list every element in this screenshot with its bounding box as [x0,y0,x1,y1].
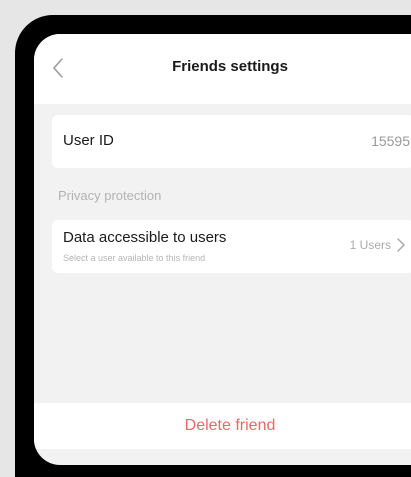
data-access-count: 1 Users [349,238,391,252]
privacy-section-label: Privacy protection [58,188,162,203]
data-access-title: Data accessible to users [63,229,227,246]
app-screen: Friends settings User ID 15595 Privacy p… [34,34,411,465]
delete-friend-button[interactable]: Delete friend [34,403,411,449]
chevron-right-icon [397,238,405,252]
nav-header: Friends settings [34,34,411,104]
user-id-value: 15595 [371,133,410,149]
device-frame: Friends settings User ID 15595 Privacy p… [15,15,411,477]
data-access-row[interactable]: Data accessible to users Select a user a… [52,220,411,273]
data-access-subtitle: Select a user available to this friend [63,253,206,263]
user-id-label: User ID [63,132,114,149]
page-title: Friends settings [172,58,288,75]
user-id-card: User ID 15595 [52,115,411,168]
delete-friend-label: Delete friend [184,417,276,434]
